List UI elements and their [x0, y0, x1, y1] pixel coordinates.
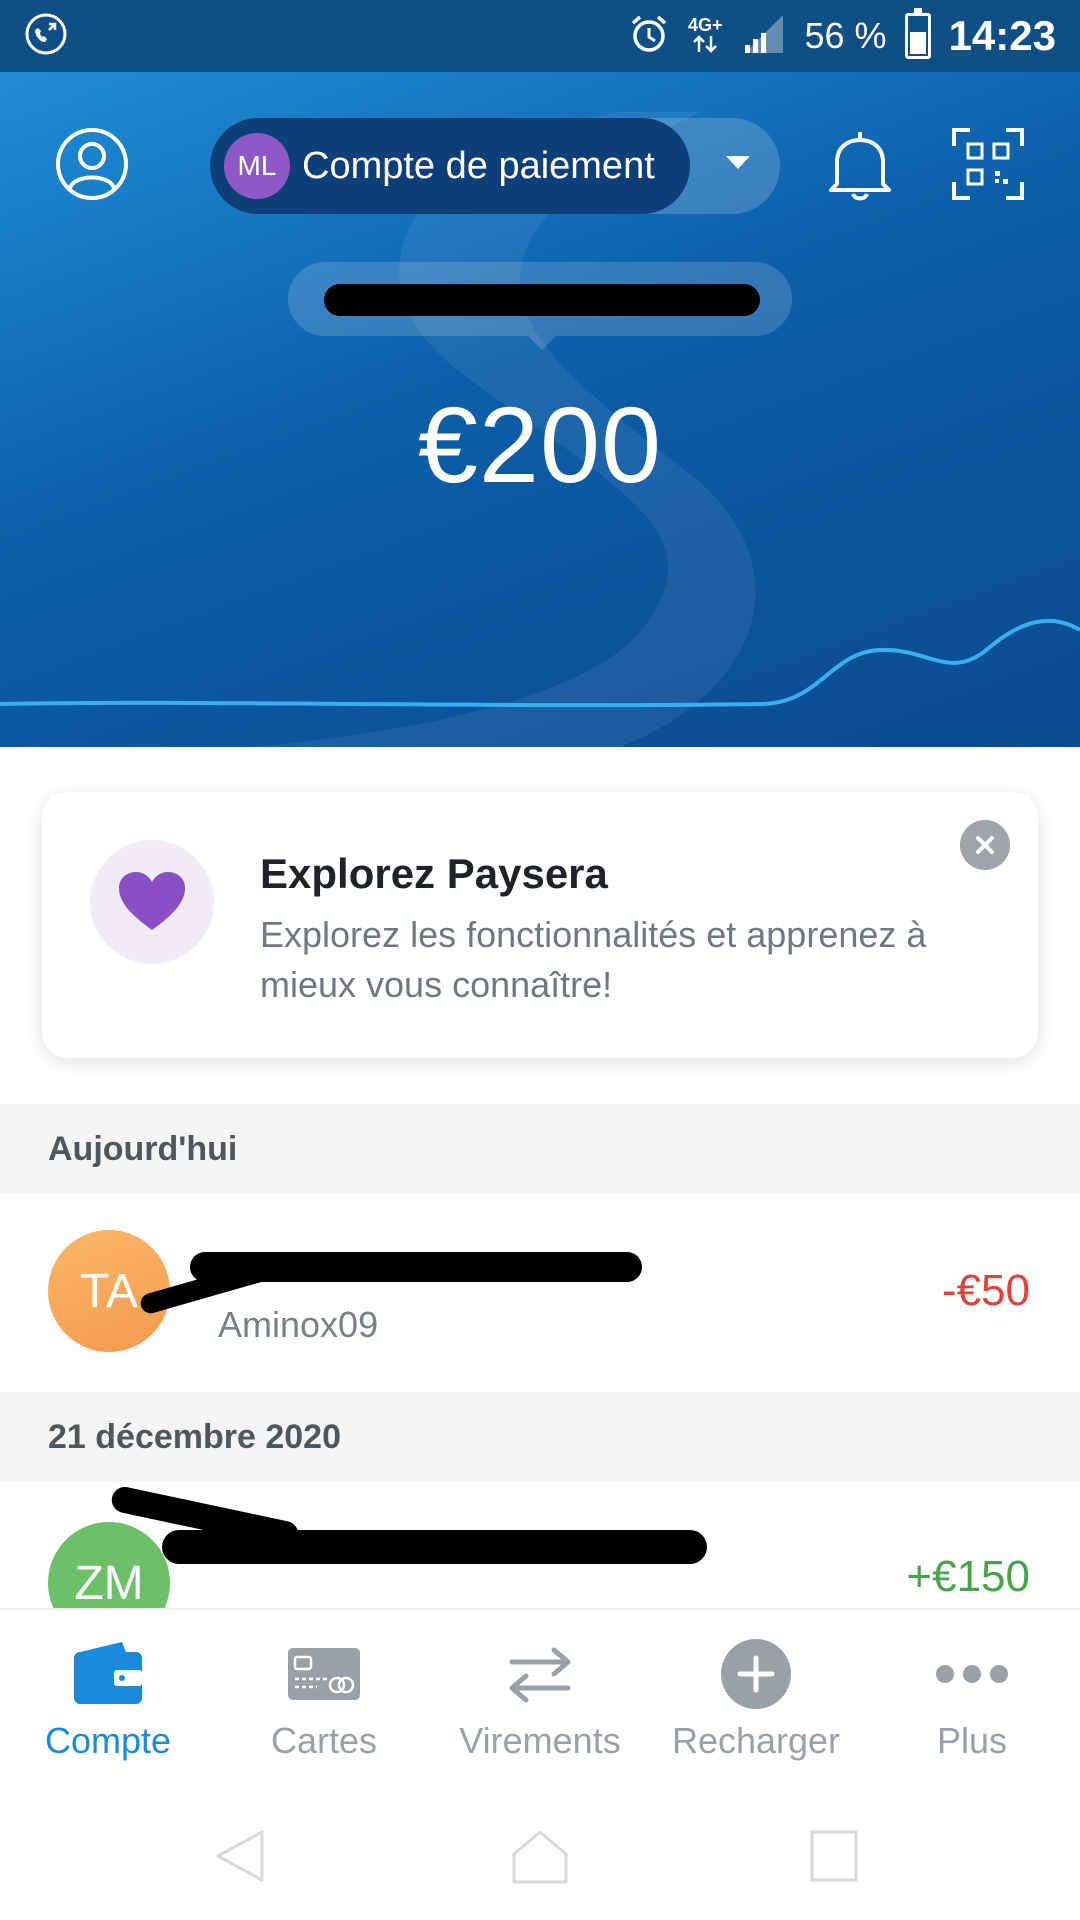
- more-icon: [932, 1634, 1012, 1714]
- network-label: 4G+: [687, 14, 723, 35]
- card-icon: [284, 1634, 364, 1714]
- promo-text: Explorez les fonctionnalités et apprenez…: [260, 914, 927, 1005]
- nav-label: Virements: [459, 1720, 621, 1761]
- transaction-avatar: TA: [48, 1230, 170, 1352]
- nav-label: Cartes: [270, 1720, 378, 1761]
- nav-item-plus[interactable]: Plus: [864, 1610, 1080, 1790]
- transaction-row[interactable]: ZM +€150: [0, 1482, 1080, 1608]
- date-section-header: 21 décembre 2020: [0, 1392, 1080, 1482]
- promo-title: Explorez Paysera: [260, 850, 608, 897]
- close-icon: [976, 836, 994, 854]
- alarm-icon: [628, 13, 670, 60]
- qr-scan-button[interactable]: [948, 124, 1028, 204]
- status-bar: 4G+ 56 % 14:23: [0, 0, 1080, 72]
- nav-item-virements[interactable]: Virements: [432, 1610, 648, 1790]
- qr-scan-icon: [952, 128, 1024, 200]
- clock: 14:23: [948, 12, 1056, 59]
- plus-icon: [716, 1634, 796, 1714]
- profile-button[interactable]: [52, 124, 132, 204]
- bell-icon: [829, 132, 891, 201]
- nav-item-compte[interactable]: Compte: [0, 1610, 216, 1790]
- call-icon: [24, 12, 68, 61]
- signal-icon: [741, 13, 787, 60]
- transfer-icon: [500, 1634, 580, 1714]
- nav-item-cartes[interactable]: Cartes: [216, 1610, 432, 1790]
- promo-close-button[interactable]: [960, 820, 1010, 870]
- transaction-avatar: ZM: [48, 1522, 170, 1608]
- transaction-amount: +€150: [906, 1552, 1030, 1601]
- home-button[interactable]: [510, 1826, 570, 1886]
- nav-label: Compte: [44, 1720, 172, 1761]
- profile-icon: [56, 128, 128, 200]
- account-header: ML Compte de paiement €200: [0, 72, 1080, 747]
- nav-label: Plus: [936, 1720, 1008, 1761]
- transaction-amount: -€50: [941, 1266, 1030, 1315]
- iban-pill[interactable]: [288, 262, 792, 350]
- app-screen: 4G+ 56 % 14:23 ML Compte de paiement €20…: [0, 0, 1080, 1920]
- nav-item-recharger[interactable]: Recharger: [648, 1610, 864, 1790]
- account-selector[interactable]: ML Compte de paiement: [210, 118, 780, 214]
- nav-label: Recharger: [671, 1720, 841, 1761]
- account-avatar: ML: [224, 133, 290, 199]
- battery-percent: 56 %: [804, 15, 887, 56]
- system-navigation: [0, 1788, 1080, 1920]
- battery-level: [909, 31, 926, 54]
- battery-icon: [904, 8, 931, 59]
- account-balance: €200: [417, 384, 663, 505]
- data-arrows-icon: 4G+: [688, 16, 723, 57]
- promo-card[interactable]: Explorez Paysera Explorez les fonctionna…: [42, 792, 1038, 1058]
- account-selector-label: ML Compte de paiement: [210, 118, 690, 214]
- chevron-down-icon: [726, 156, 750, 169]
- date-section-header: Aujourd'hui: [0, 1104, 1080, 1194]
- back-icon: [216, 1830, 264, 1882]
- redaction-mark: [324, 284, 760, 316]
- transaction-row[interactable]: TA Aminox09 -€50: [0, 1194, 1080, 1384]
- transaction-subtitle: Aminox09: [218, 1304, 379, 1345]
- recents-icon: [810, 1830, 858, 1882]
- back-button[interactable]: [210, 1826, 270, 1886]
- recents-button[interactable]: [804, 1826, 864, 1886]
- heart-icon: [119, 872, 185, 930]
- home-icon: [512, 1830, 568, 1884]
- notifications-button[interactable]: [820, 124, 900, 204]
- account-name: Compte de paiement: [302, 144, 655, 187]
- wallet-icon: [68, 1634, 148, 1714]
- promo-icon-badge: [90, 840, 214, 964]
- bottom-navigation: Compte Cartes Virements Recharger Plus: [0, 1608, 1080, 1788]
